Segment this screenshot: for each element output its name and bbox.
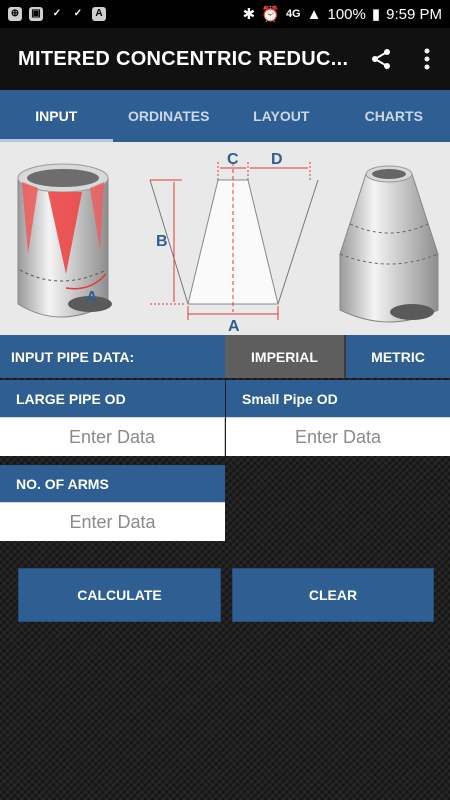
clear-button[interactable]: CLEAR bbox=[232, 568, 434, 622]
battery-level: 100% bbox=[327, 5, 366, 23]
no-of-arms-block: NO. OF ARMS bbox=[0, 465, 225, 541]
status-bar: ⊕ ▣ ✓ ✓ A ✱ ⏰ 4G ▲ 100% ▮ 9:59 PM bbox=[0, 0, 450, 28]
signal-icon: ▲ bbox=[306, 5, 322, 23]
tab-charts[interactable]: CHARTS bbox=[338, 90, 450, 142]
diagram-label-a-center: A bbox=[228, 318, 240, 335]
reducer-diagram: A C D B A bbox=[0, 142, 450, 335]
more-vert-icon bbox=[424, 48, 430, 70]
clock: 9:59 PM bbox=[386, 5, 442, 23]
notification-icon: A bbox=[92, 7, 106, 21]
no-of-arms-input[interactable] bbox=[0, 503, 225, 541]
tab-input[interactable]: INPUT bbox=[0, 90, 113, 142]
diagram-label-d: D bbox=[271, 151, 283, 168]
app-title: MITERED CONCENTRIC REDUC... bbox=[18, 47, 348, 70]
battery-icon: ▮ bbox=[371, 6, 381, 23]
large-pipe-od-label: LARGE PIPE OD bbox=[0, 380, 225, 418]
diagram-label-b: B bbox=[156, 233, 168, 250]
check-icon: ✓ bbox=[52, 8, 62, 19]
input-pipe-data-label: INPUT PIPE DATA: bbox=[0, 335, 225, 378]
overflow-menu-button[interactable] bbox=[404, 36, 450, 82]
imperial-toggle[interactable]: IMPERIAL bbox=[225, 335, 346, 378]
share-icon bbox=[372, 49, 390, 69]
input-section-header: INPUT PIPE DATA: IMPERIAL METRIC bbox=[0, 335, 450, 378]
notification-icons: ⊕ ▣ ✓ ✓ A bbox=[8, 7, 106, 21]
notification-icon: ▣ bbox=[29, 7, 43, 21]
check-icon: ✓ bbox=[73, 8, 83, 19]
network-indicator: 4G bbox=[285, 8, 301, 20]
tab-ordinates[interactable]: ORDINATES bbox=[113, 90, 226, 142]
alarm-icon: ⏰ bbox=[261, 6, 280, 23]
small-pipe-od-label: Small Pipe OD bbox=[226, 380, 450, 418]
tab-layout[interactable]: LAYOUT bbox=[225, 90, 338, 142]
notification-icon: ⊕ bbox=[8, 7, 22, 21]
mitered-cylinder-illustration: A bbox=[17, 163, 112, 318]
large-pipe-od-input[interactable] bbox=[0, 418, 224, 456]
small-pipe-od-block: Small Pipe OD bbox=[226, 380, 450, 456]
app-bar: MITERED CONCENTRIC REDUC... bbox=[0, 28, 450, 90]
diagram-label-c: C bbox=[227, 151, 239, 168]
small-pipe-od-input[interactable] bbox=[226, 418, 450, 456]
calculate-button[interactable]: CALCULATE bbox=[18, 568, 221, 622]
large-pipe-od-block: LARGE PIPE OD bbox=[0, 380, 225, 456]
share-button[interactable] bbox=[358, 36, 404, 82]
diagram-label-a-left: A bbox=[86, 289, 98, 306]
tab-bar: INPUT ORDINATES LAYOUT CHARTS bbox=[0, 90, 450, 142]
reducer-3d-illustration bbox=[339, 165, 439, 323]
reducer-diagram-svg: A C D B A bbox=[17, 151, 439, 335]
dimension-drawing: C D B A bbox=[149, 151, 319, 335]
no-of-arms-label: NO. OF ARMS bbox=[0, 465, 225, 503]
bluetooth-icon: ✱ bbox=[242, 6, 256, 23]
metric-toggle[interactable]: METRIC bbox=[346, 335, 450, 378]
